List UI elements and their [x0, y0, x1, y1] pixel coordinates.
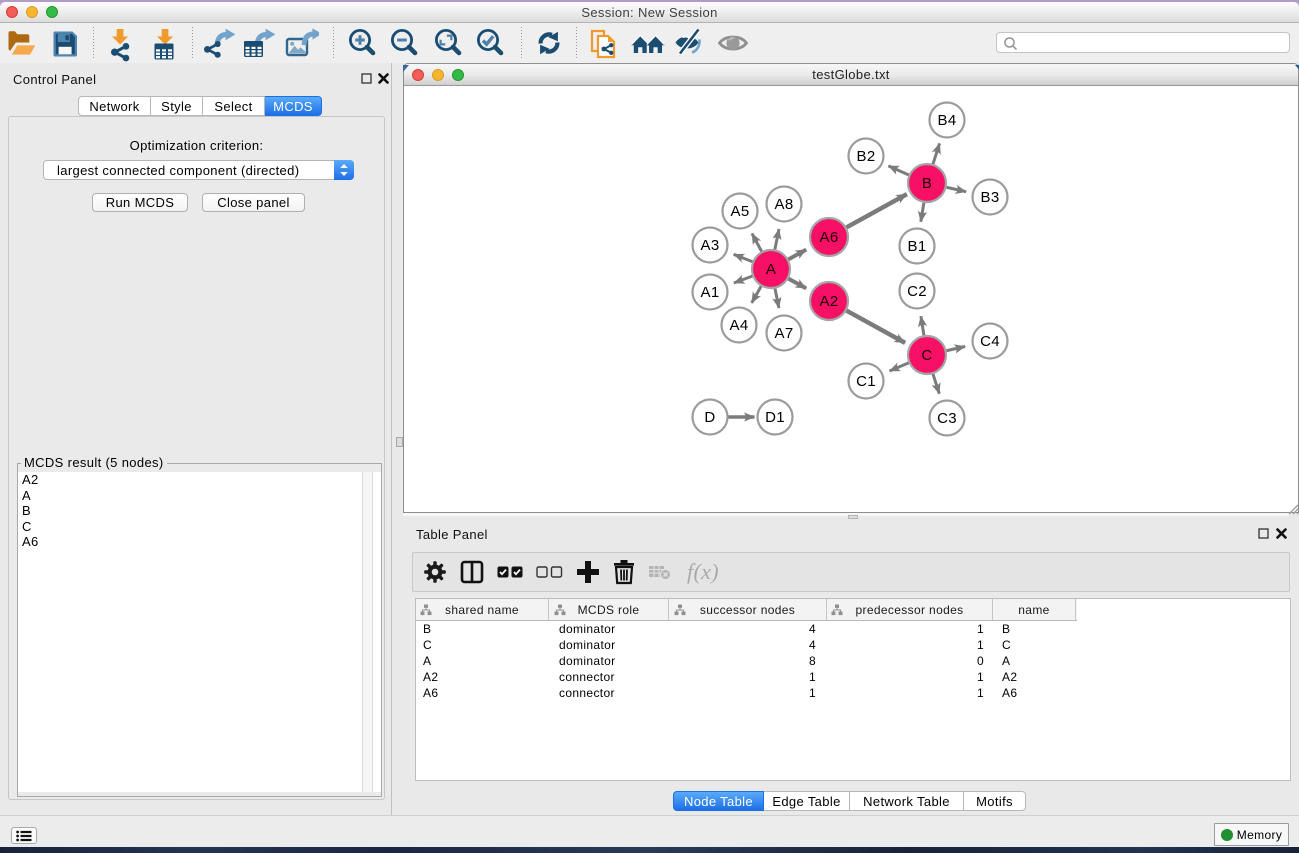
- svg-text:C: C: [921, 347, 932, 364]
- svg-text:B3: B3: [980, 189, 999, 206]
- svg-text:C4: C4: [980, 333, 1000, 350]
- svg-text:A1: A1: [700, 284, 719, 301]
- svg-text:C3: C3: [937, 410, 957, 427]
- svg-text:A4: A4: [729, 317, 748, 334]
- svg-text:B1: B1: [907, 238, 926, 255]
- svg-text:B4: B4: [937, 112, 956, 129]
- svg-text:B: B: [922, 175, 932, 192]
- svg-text:A8: A8: [774, 196, 793, 213]
- svg-text:A2: A2: [819, 293, 838, 310]
- svg-text:A7: A7: [774, 325, 793, 342]
- svg-text:B2: B2: [856, 148, 875, 165]
- svg-text:C2: C2: [907, 283, 927, 300]
- svg-text:A3: A3: [700, 237, 719, 254]
- svg-text:A: A: [766, 261, 776, 278]
- svg-text:C1: C1: [856, 373, 876, 390]
- svg-text:D1: D1: [765, 409, 785, 426]
- svg-text:D: D: [704, 409, 715, 426]
- svg-text:A5: A5: [730, 203, 749, 220]
- svg-text:A6: A6: [819, 229, 838, 246]
